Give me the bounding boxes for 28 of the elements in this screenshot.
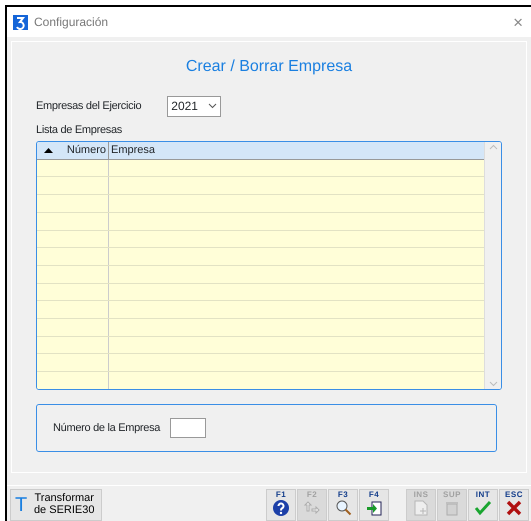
function-key-button[interactable]: F3	[328, 489, 358, 521]
search-icon	[334, 499, 352, 517]
chevron-down-icon	[208, 103, 218, 109]
number-input-field[interactable]	[170, 418, 206, 438]
scroll-down-icon[interactable]	[488, 381, 498, 388]
year-label: Empresas del Ejercicio	[36, 98, 142, 114]
function-key-button[interactable]: F1	[266, 489, 296, 521]
year-dropdown[interactable]: 2021	[167, 96, 222, 116]
function-key-button[interactable]: ESC	[499, 489, 529, 521]
column-header[interactable]: Empresa	[109, 142, 484, 159]
help-icon	[272, 499, 290, 517]
new-document-icon	[412, 499, 430, 517]
column-header[interactable]: Número	[37, 142, 109, 159]
window-title: Configuración	[34, 14, 108, 31]
cancel-icon	[505, 499, 523, 517]
trash-icon	[443, 499, 461, 517]
function-key-button[interactable]: INT	[468, 489, 498, 521]
scroll-up-icon[interactable]	[488, 144, 498, 150]
checkmark-icon	[474, 499, 492, 517]
app-logo-icon	[13, 14, 28, 30]
arrows-icon	[303, 499, 321, 517]
enter-icon	[365, 499, 383, 517]
list-label: Lista de Empresas	[36, 123, 123, 138]
close-button[interactable]: ×	[511, 14, 525, 30]
form-heading: Crear / Borrar Empresa	[184, 57, 354, 77]
number-label: Número de la Empresa	[53, 421, 160, 436]
scrollbar[interactable]	[484, 142, 501, 390]
function-key-button[interactable]: F4	[359, 489, 389, 521]
